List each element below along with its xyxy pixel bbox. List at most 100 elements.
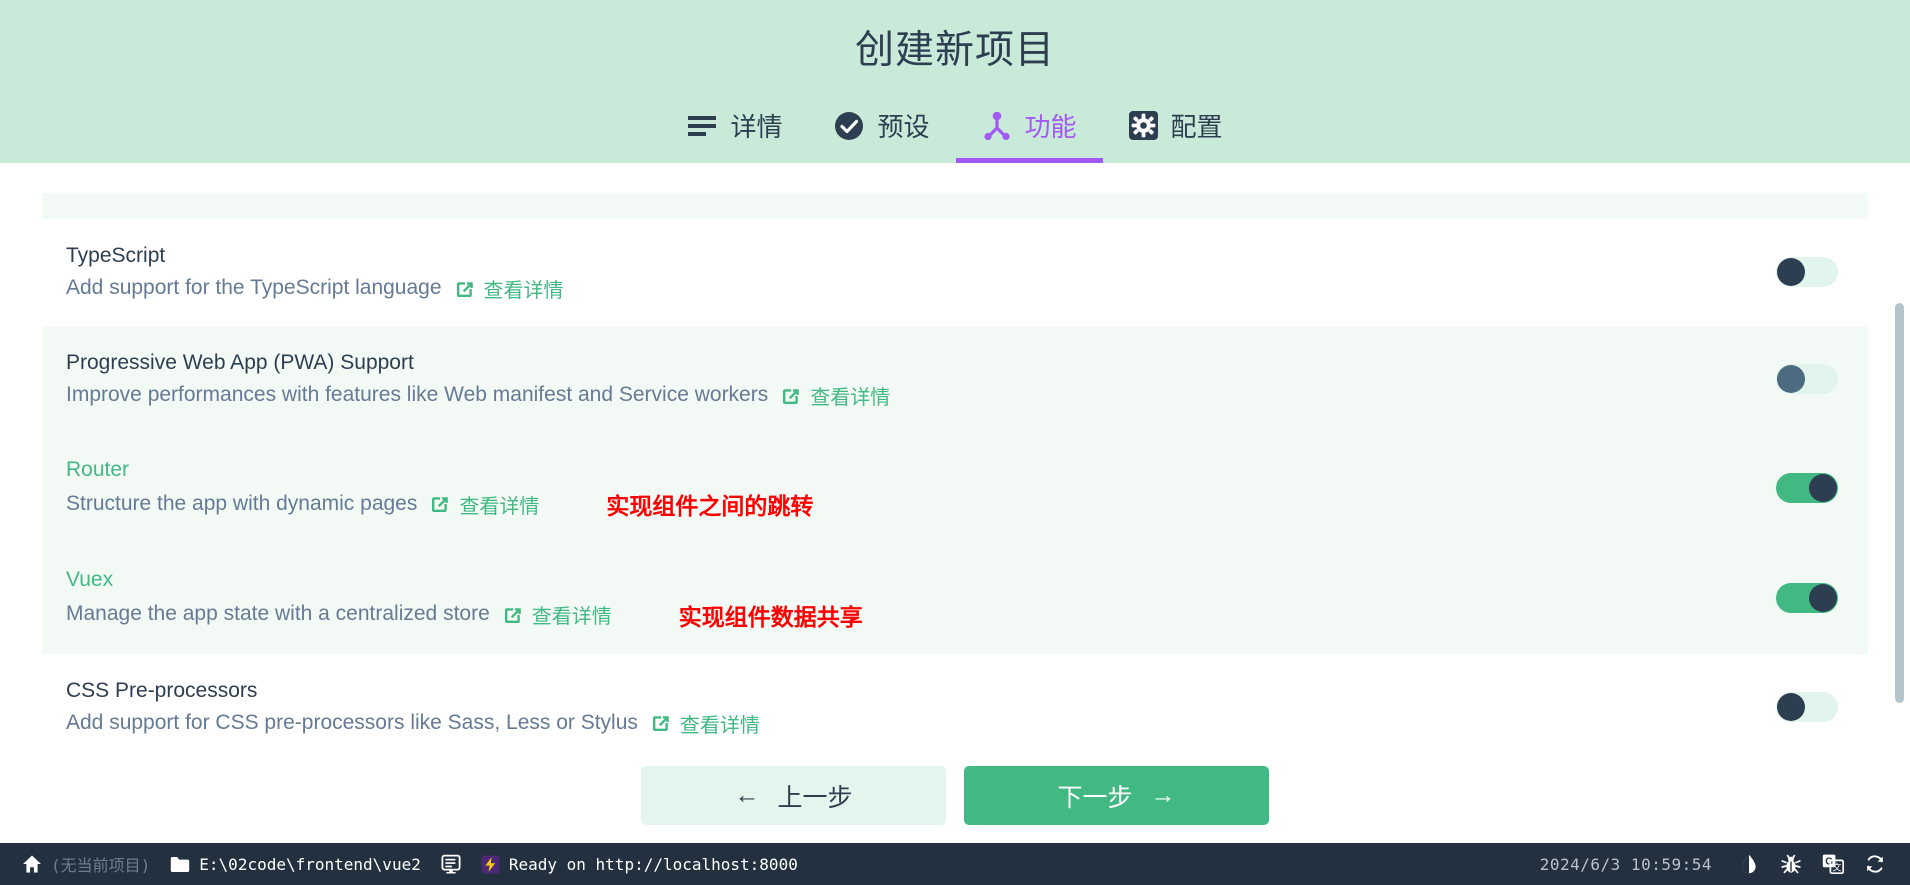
external-link-icon bbox=[780, 385, 802, 407]
tab-config-label: 配置 bbox=[1170, 112, 1223, 142]
arrow-left-icon: ← bbox=[734, 781, 760, 809]
prev-step-button[interactable]: ← 上一步 bbox=[641, 766, 946, 825]
view-details-label: 查看详情 bbox=[679, 714, 760, 737]
status-path-group[interactable]: E:\02code\frontend\vue2 bbox=[160, 843, 431, 885]
header: 创建新项目 详情 预设 功能 配置 bbox=[0, 0, 1910, 163]
contrast-droplet-icon bbox=[1738, 853, 1760, 875]
feature-description: Add support for CSS pre-processors like … bbox=[66, 711, 638, 735]
status-timestamp: 2024/6/3 10:59:54 bbox=[1539, 854, 1712, 874]
external-link-icon bbox=[454, 278, 476, 300]
view-details-label: 查看详情 bbox=[459, 495, 540, 518]
feature-desc-line: Manage the app state with a centralized … bbox=[66, 598, 1756, 632]
toggle-knob bbox=[1777, 365, 1805, 394]
external-link-icon bbox=[502, 604, 524, 626]
view-details-link[interactable]: 查看详情 bbox=[454, 274, 564, 303]
view-details-link[interactable]: 查看详情 bbox=[429, 490, 539, 519]
home-icon bbox=[22, 854, 42, 874]
tab-presets-label: 预设 bbox=[877, 112, 930, 142]
terminal-icon bbox=[441, 854, 461, 874]
view-details-link[interactable]: 查看详情 bbox=[650, 709, 760, 738]
gear-square-icon bbox=[1128, 111, 1158, 140]
feature-row[interactable]: TypeScript Add support for the TypeScript… bbox=[42, 219, 1868, 326]
prev-step-label: 上一步 bbox=[777, 783, 853, 812]
scrollbar-track[interactable] bbox=[1895, 163, 1904, 843]
arrow-right-icon: → bbox=[1150, 781, 1176, 809]
feature-toggle[interactable] bbox=[1776, 583, 1838, 614]
folder-icon bbox=[170, 856, 190, 873]
google-translate-icon: G 文 bbox=[1822, 853, 1844, 875]
status-sync-button[interactable] bbox=[1854, 843, 1896, 885]
tab-details-label: 详情 bbox=[730, 112, 783, 142]
feature-text: Vuex Manage the app state with a centrali… bbox=[66, 565, 1756, 631]
feature-text: Progressive Web App (PWA) Support Improve… bbox=[66, 348, 1756, 411]
feature-text: TypeScript Add support for the TypeScript… bbox=[66, 241, 1756, 304]
feature-toggle[interactable] bbox=[1776, 692, 1838, 723]
feature-desc-line: Improve performances with features like … bbox=[66, 380, 1756, 410]
status-bug-button[interactable] bbox=[1770, 843, 1812, 885]
feature-row[interactable]: CSS Pre-processors Add support for CSS pr… bbox=[42, 654, 1868, 761]
feature-annotation: 实现组件之间的跳转 bbox=[606, 493, 814, 520]
feature-name: Vuex bbox=[66, 568, 114, 592]
bug-icon bbox=[1780, 853, 1802, 875]
external-link-icon bbox=[429, 493, 451, 515]
feature-description: Manage the app state with a centralized … bbox=[66, 602, 490, 626]
page-title: 创建新项目 bbox=[854, 29, 1055, 72]
toggle-knob bbox=[1809, 584, 1837, 613]
check-circle-icon bbox=[834, 111, 864, 141]
tab-presets[interactable]: 预设 bbox=[808, 97, 955, 163]
status-task-label: Ready on http://localhost:8000 bbox=[508, 854, 798, 874]
view-details-label: 查看详情 bbox=[531, 606, 612, 629]
tab-bar: 详情 预设 功能 配置 bbox=[0, 97, 1910, 163]
feature-desc-line: Add support for CSS pre-processors like … bbox=[66, 708, 1756, 738]
feature-desc-line: Structure the app with dynamic pages 查看详情… bbox=[66, 487, 1756, 521]
svg-text:文: 文 bbox=[1832, 862, 1841, 873]
feature-toggle[interactable] bbox=[1776, 364, 1838, 395]
status-bar: (无当前项目) E:\02code\frontend\vue2 Ready on… bbox=[0, 843, 1910, 885]
features-scroll-area[interactable]: TypeScript Add support for the TypeScript… bbox=[0, 163, 1910, 843]
view-details-link[interactable]: 查看详情 bbox=[502, 600, 612, 629]
task-icon bbox=[481, 855, 500, 874]
feature-row[interactable]: Progressive Web App (PWA) Support Improve… bbox=[42, 325, 1868, 433]
view-details-label: 查看详情 bbox=[810, 387, 891, 410]
feature-name: CSS Pre-processors bbox=[66, 678, 258, 702]
feature-description: Improve performances with features like … bbox=[66, 383, 769, 407]
feature-name: Progressive Web App (PWA) Support bbox=[66, 350, 414, 374]
next-step-button[interactable]: 下一步 → bbox=[964, 766, 1269, 825]
feature-row[interactable]: Router Structure the app with dynamic pag… bbox=[42, 432, 1868, 544]
tab-details[interactable]: 详情 bbox=[661, 97, 808, 163]
status-task-group[interactable]: Ready on http://localhost:8000 bbox=[471, 843, 808, 885]
status-project-label: (无当前项目) bbox=[51, 856, 151, 875]
feature-name: Router bbox=[66, 457, 130, 481]
feature-desc-line: Add support for the TypeScript language 查… bbox=[66, 273, 1756, 303]
status-project-group[interactable]: (无当前项目) bbox=[12, 843, 160, 885]
toggle-knob bbox=[1777, 258, 1805, 287]
feature-description: Add support for the TypeScript language bbox=[66, 276, 442, 300]
list-lines-icon bbox=[687, 114, 717, 138]
feature-description: Structure the app with dynamic pages bbox=[66, 491, 418, 515]
toggle-knob bbox=[1777, 693, 1805, 722]
status-path-label: E:\02code\frontend\vue2 bbox=[199, 854, 421, 874]
feature-name: TypeScript bbox=[66, 244, 166, 267]
feature-row-partial bbox=[42, 193, 1868, 219]
view-details-label: 查看详情 bbox=[483, 280, 564, 303]
feature-toggle[interactable] bbox=[1776, 472, 1838, 503]
sync-icon bbox=[1864, 853, 1886, 875]
feature-text: Router Structure the app with dynamic pag… bbox=[66, 455, 1756, 521]
feature-row[interactable]: Vuex Manage the app state with a centrali… bbox=[42, 543, 1868, 654]
person-node-icon bbox=[982, 111, 1012, 141]
status-contrast-button[interactable] bbox=[1728, 843, 1770, 885]
toggle-knob bbox=[1809, 473, 1837, 502]
feature-text: CSS Pre-processors Add support for CSS pr… bbox=[66, 676, 1756, 739]
scrollbar-thumb[interactable] bbox=[1895, 303, 1904, 703]
status-translate-button[interactable]: G 文 bbox=[1812, 843, 1854, 885]
create-project-window: 创建新项目 详情 预设 功能 配置 TypeScript Add support… bbox=[0, 0, 1910, 885]
tab-config[interactable]: 配置 bbox=[1103, 97, 1249, 163]
view-details-link[interactable]: 查看详情 bbox=[780, 381, 890, 410]
wizard-buttons: ← 上一步 下一步 → bbox=[0, 756, 1910, 831]
tab-features[interactable]: 功能 bbox=[955, 97, 1103, 163]
feature-list: TypeScript Add support for the TypeScript… bbox=[0, 163, 1910, 761]
tab-features-label: 功能 bbox=[1024, 112, 1077, 142]
status-terminal-group[interactable] bbox=[431, 843, 471, 885]
feature-toggle[interactable] bbox=[1776, 257, 1838, 288]
next-step-label: 下一步 bbox=[1057, 783, 1133, 812]
